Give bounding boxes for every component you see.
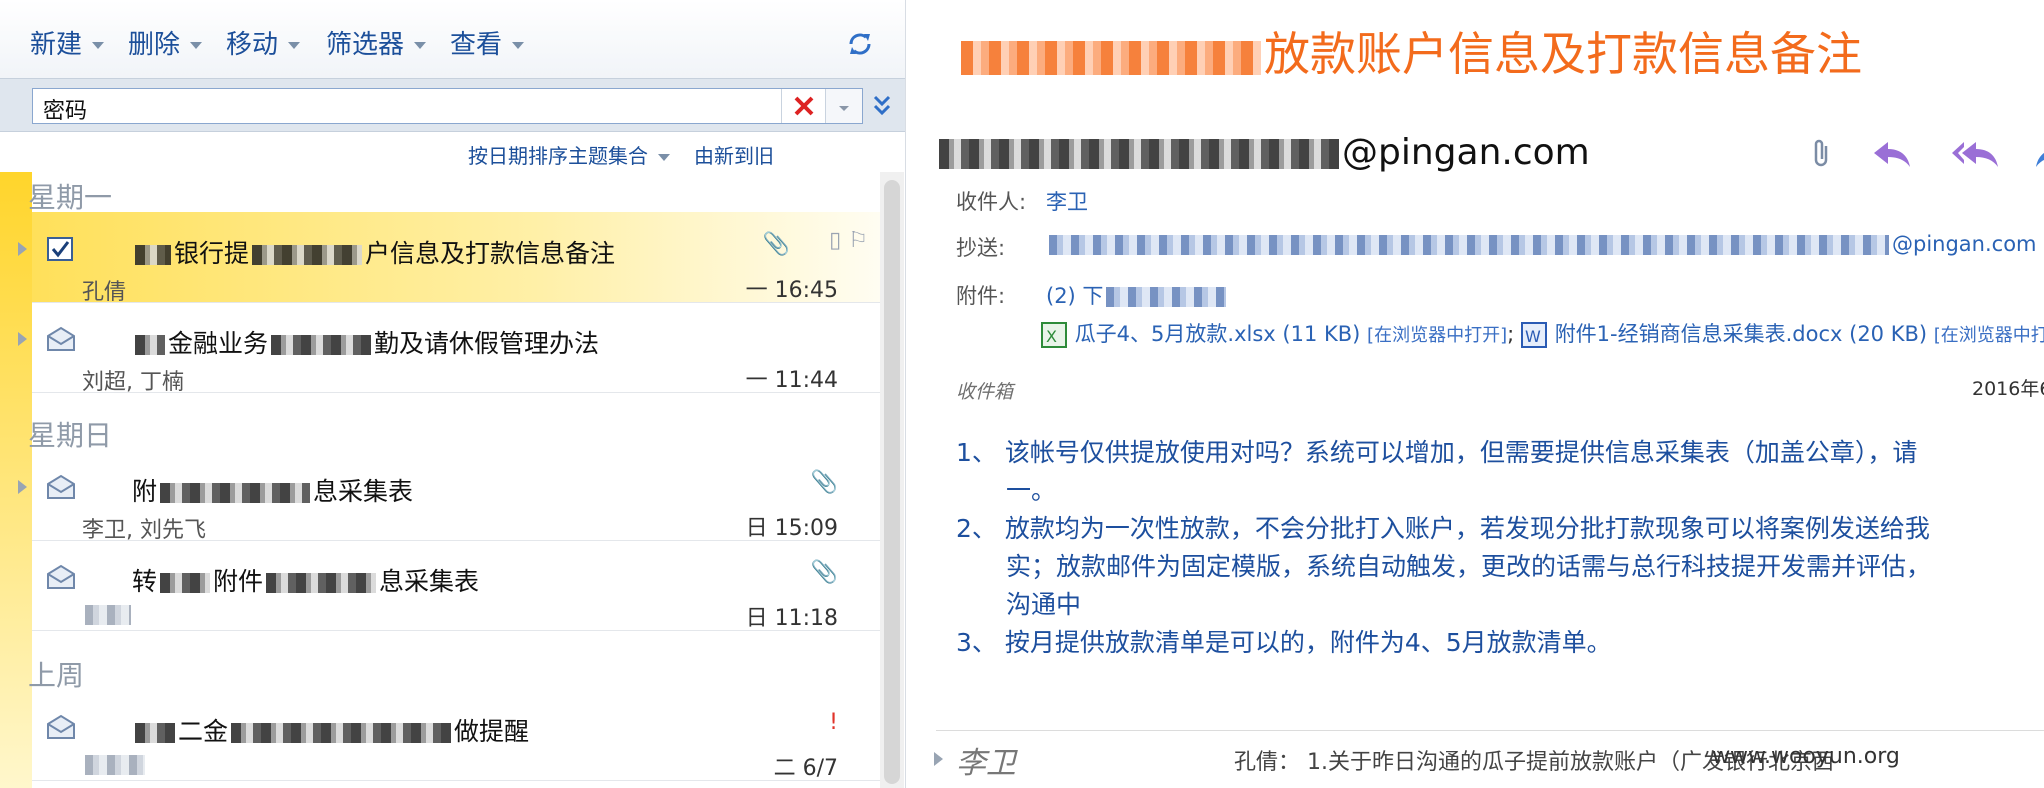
view-menu[interactable]: 查看 (450, 24, 525, 61)
message-subject: 转附件 息采集表 (132, 567, 480, 596)
group-header: 星期日 (28, 419, 113, 452)
message-time: 日 15:09 (745, 516, 838, 541)
chevron-down-icon (512, 42, 525, 49)
selection-bar (0, 172, 32, 788)
body-line: 1、 该帐号仅供提放使用对吗？系统可以增加，但需要提供信息采集表（加盖公章），请 (956, 438, 1918, 467)
message-date: 2016年6 (1972, 378, 2044, 400)
expand-icon[interactable] (18, 480, 27, 494)
message-list-pane: 新建 删除 移动 筛选器 查看 密码 按日期排序主题集合 由新到旧 星期一 银行… (0, 0, 906, 788)
attachment-link[interactable]: 瓜子4、5月放款.xlsx (11 KB) (1075, 322, 1361, 346)
divider (936, 730, 2044, 731)
message-body: 1、 该帐号仅供提放使用对吗？系统可以增加，但需要提供信息采集表（加盖公章），请… (956, 434, 2044, 662)
chevron-down-icon (414, 42, 427, 49)
svg-text:W: W (1525, 327, 1541, 346)
message-subject: 银行提 户信息及打款信息备注 (132, 234, 615, 270)
body-line: 一。 (1006, 476, 1057, 505)
message-time: 日 11:18 (745, 606, 838, 631)
search-bar: 密码 (0, 78, 905, 132)
chevron-down-icon (190, 42, 203, 49)
message-subject: 二金 做提醒 (132, 712, 529, 748)
message-subject: 附息采集表 (132, 477, 414, 506)
conversation-sender: 李卫 (956, 746, 1016, 781)
message-sender-address: @pingan.com (936, 132, 1590, 173)
move-menu[interactable]: 移动 (226, 24, 301, 61)
body-line: 2、 放款均为一次性放款，不会分批打入账户，若发现分批打款现象可以将案例发送给我 (956, 514, 1930, 543)
paperclip-icon: 📎 (810, 470, 838, 495)
chevron-down-icon (92, 42, 105, 49)
group-header: 星期一 (28, 181, 113, 214)
double-chevron-down-icon[interactable] (870, 91, 894, 119)
clear-search-button[interactable] (781, 89, 826, 123)
attachments-count[interactable]: (2) 下 (1046, 280, 1229, 310)
search-query: 密码 (43, 99, 88, 124)
filter-menu[interactable]: 筛选器 (326, 24, 427, 61)
reply-all-icon[interactable] (1950, 138, 2002, 170)
list-item[interactable]: 二金 做提醒 ! 二 6/7 (32, 690, 880, 781)
paperclip-icon (1814, 139, 1828, 167)
message-time: 一 16:45 (745, 278, 838, 303)
reply-icon[interactable] (1870, 138, 1914, 170)
attachment-item: X 瓜子4、5月放款.xlsx (11 KB) [在浏览器中打开]; (1040, 318, 1514, 349)
body-line: 沟通中 (1006, 590, 1082, 619)
message-sender: 刘超, 丁楠 (82, 370, 184, 395)
attachment-item: W 附件1-经销商信息采集表.docx (20 KB) [在浏览器中打 (1520, 318, 2044, 349)
paperclip-icon: 📎 (762, 232, 790, 257)
envelope-open-icon (47, 474, 75, 499)
delete-menu[interactable]: 删除 (128, 24, 203, 61)
watermark: www.wooyun.org (1712, 744, 1900, 769)
word-file-icon: W (1521, 322, 1547, 348)
envelope-open-icon (47, 326, 75, 351)
to-recipient[interactable]: 李卫 (1046, 186, 1088, 216)
expand-icon[interactable] (934, 752, 943, 766)
body-line: 3、 按月提供放款清单是可以的，附件为4、5月放款清单。 (956, 628, 1612, 657)
list-item[interactable]: 银行提 户信息及打款信息备注 孔倩 📎 ▯ ⚐ 一 16:45 (18, 212, 880, 305)
message-time: 一 11:44 (745, 368, 838, 393)
envelope-open-icon (47, 564, 75, 589)
svg-text:X: X (1046, 327, 1057, 346)
chevron-down-icon (288, 42, 301, 49)
cc-label: 抄送: (956, 236, 1006, 260)
excel-file-icon: X (1041, 322, 1067, 348)
to-label: 收件人: (956, 190, 1027, 214)
list-item[interactable]: 金融业务 勤及请休假管理办法 刘超, 丁楠 一 11:44 (18, 302, 880, 395)
chevron-down-icon (839, 106, 849, 111)
paperclip-icon: 📎 (810, 560, 838, 585)
message-sender (82, 752, 148, 777)
open-in-browser-link[interactable]: [在浏览器中打 (1934, 325, 2044, 346)
message-title: 放款账户信息及打款信息备注 (958, 18, 1862, 84)
conversation-item[interactable]: 李卫 孔倩： 1.关于昨日沟通的瓜子提前放款账户（广发银行北京西 www.woo… (906, 738, 2044, 788)
body-line: 实；放款邮件为固定模版，系统自动触发，更改的话需与总行科技提开发需并评估， (1006, 552, 1932, 581)
message-sender (82, 602, 134, 627)
attachments-label: 附件: (956, 284, 1006, 308)
list-item[interactable]: 附息采集表 李卫, 刘先飞 📎 日 15:09 (18, 450, 880, 543)
message-subject: 金融业务 勤及请休假管理办法 (132, 324, 599, 360)
forward-icon[interactable] (2036, 138, 2044, 170)
expand-icon[interactable] (18, 242, 27, 256)
chevron-down-icon (658, 154, 670, 161)
search-input[interactable]: 密码 (32, 88, 863, 124)
importance-high-icon: ! (829, 710, 838, 735)
flag-icon[interactable]: ▯ ⚐ (829, 228, 868, 253)
toolbar: 新建 删除 移动 筛选器 查看 (0, 0, 905, 78)
checkbox-checked-icon[interactable] (46, 236, 76, 262)
reading-pane: 放款账户信息及打款信息备注 @pingan.com 收件人: 李卫 抄送: @p… (906, 0, 2044, 788)
message-list-scrollbar[interactable] (880, 172, 904, 788)
open-in-browser-link[interactable]: [在浏览器中打开] (1367, 325, 1507, 346)
expand-icon[interactable] (18, 332, 27, 346)
attachment-link[interactable]: 附件1-经销商信息采集表.docx (20 KB) (1555, 322, 1927, 346)
close-icon (794, 96, 814, 116)
list-item[interactable]: 转附件 息采集表 📎 日 11:18 (32, 540, 880, 631)
arrange-by-dropdown[interactable]: 按日期排序主题集合 (468, 140, 670, 169)
group-header: 上周 (28, 659, 85, 692)
message-time: 二 6/7 (773, 756, 838, 781)
search-options-dropdown[interactable] (825, 89, 862, 123)
folder-label: 收件箱 (956, 381, 1014, 403)
cc-recipients[interactable]: @pingan.com (1046, 232, 2037, 256)
new-menu[interactable]: 新建 (30, 24, 105, 61)
scrollbar-thumb[interactable] (884, 180, 900, 784)
sort-order-toggle[interactable]: 由新到旧 (694, 140, 774, 169)
refresh-icon[interactable] (846, 30, 874, 58)
envelope-open-icon (47, 714, 75, 739)
